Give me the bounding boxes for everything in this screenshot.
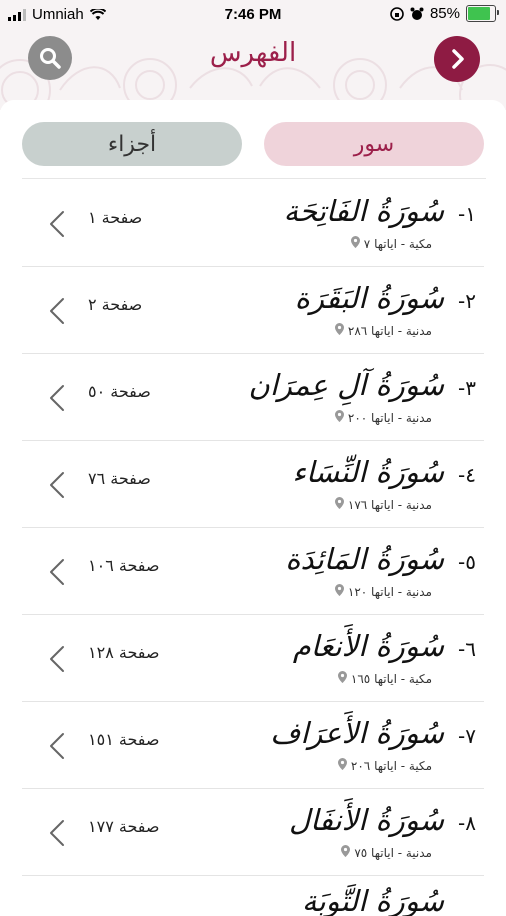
next-button[interactable]	[434, 36, 480, 82]
location-pin-icon	[337, 758, 347, 773]
page-label: صفحة ١٧٧	[88, 817, 160, 836]
surah-name: سُورَةُ الأَعرَاف	[270, 716, 444, 750]
location-pin-icon	[334, 323, 344, 338]
meta-text: مدنية - اياتها ١٢٠	[347, 584, 432, 599]
page-label: صفحة ١٥١	[88, 730, 160, 749]
surah-number: ٣-	[458, 376, 476, 400]
surah-meta: مدنية - اياتها ٢٠٠	[334, 410, 432, 425]
location-pin-icon	[341, 845, 351, 860]
surah-name: سُورَةُ التَّوبَة	[302, 884, 444, 916]
surah-number: ٢-	[458, 289, 476, 313]
surah-number: ٥-	[458, 550, 476, 574]
surah-name: سُورَةُ النِّسَاء	[292, 455, 444, 489]
list-item[interactable]: صفحة ٥٠ سُورَةُ آلِ عِمرَان ٣- مدنية - ايات…	[22, 354, 484, 441]
surah-number: ٨-	[458, 811, 476, 835]
list-item[interactable]: صفحة ١٢٨ سُورَةُ الأَنعَام ٦- مكية - اياتها…	[22, 615, 484, 702]
surah-meta: مكية - اياتها ٢٠٦	[337, 758, 432, 773]
alarm-icon	[410, 7, 424, 20]
surah-meta: مكية - اياتها ١٦٥	[337, 671, 432, 686]
divider	[22, 178, 486, 179]
surah-number: ٦-	[458, 637, 476, 661]
location-pin-icon	[350, 236, 360, 251]
surah-number: ١-	[458, 202, 476, 226]
location-pin-icon	[337, 671, 347, 686]
surah-name: سُورَةُ الأَنعَام	[292, 629, 444, 663]
list-item[interactable]: صفحة ٧٦ سُورَةُ النِّسَاء ٤- مدنية - اياتها…	[22, 441, 484, 528]
list-item[interactable]: صفحة ١٠٦ سُورَةُ المَائِدَة ٥- مدنية - ايات…	[22, 528, 484, 615]
tab-suwar[interactable]: سور	[264, 122, 484, 166]
surah-name: سُورَةُ الأَنفَال	[289, 803, 444, 837]
page-label: صفحة ١	[88, 208, 143, 227]
location-pin-icon	[334, 410, 344, 425]
surah-name: سُورَةُ المَائِدَة	[285, 542, 444, 576]
surah-meta: مدنية - اياتها ١٧٦	[334, 497, 432, 512]
meta-text: مدنية - اياتها ٧٥	[354, 845, 432, 860]
surah-name: سُورَةُ الفَاتِحَة	[283, 194, 444, 228]
chevron-right-icon	[452, 49, 464, 69]
index-card: أجزاء سور صفحة ١ سُورَةُ الفَاتِحَة ١- مكية…	[0, 100, 506, 916]
list-item[interactable]: صفحة ١ سُورَةُ الفَاتِحَة ١- مكية - اياتها …	[22, 180, 484, 267]
location-pin-icon	[334, 584, 344, 599]
meta-text: مدنية - اياتها ٢٠٠	[347, 410, 432, 425]
status-bar: Umniah 7:46 PM 85%	[0, 0, 506, 30]
list-item[interactable]: صفحة ٢ سُورَةُ البَقَرَة ٢- مدنية - اياتها …	[22, 267, 484, 354]
tab-ajza[interactable]: أجزاء	[22, 122, 242, 166]
surah-meta: مدنية - اياتها ٧٥	[341, 845, 432, 860]
page-label: صفحة ٧٦	[88, 469, 151, 488]
battery-percent: 85%	[429, 5, 460, 22]
chevron-left-icon	[46, 732, 68, 764]
surah-number: ٤-	[458, 463, 476, 487]
tab-switcher: أجزاء سور	[22, 122, 486, 166]
page-label: صفحة ٢	[88, 295, 143, 314]
page-label: صفحة ١٠٦	[88, 556, 160, 575]
surah-meta: مدنية - اياتها ١٢٠	[334, 584, 432, 599]
surah-list: صفحة ١ سُورَةُ الفَاتِحَة ١- مكية - اياتها …	[0, 180, 506, 916]
chevron-left-icon	[46, 471, 68, 503]
page-label: صفحة ١٢٨	[88, 643, 160, 662]
chevron-left-icon	[46, 645, 68, 677]
list-item[interactable]: صفحة ١٥١ سُورَةُ الأَعرَاف ٧- مكية - اياتها…	[22, 702, 484, 789]
surah-meta: مكية - اياتها ٧	[350, 236, 432, 251]
meta-text: مدنية - اياتها ٢٨٦	[347, 323, 432, 338]
meta-text: مكية - اياتها ١٦٥	[350, 671, 432, 686]
page-title: الفهرس	[209, 38, 297, 68]
chevron-left-icon	[46, 297, 68, 329]
chevron-left-icon	[46, 210, 68, 242]
list-item[interactable]: صفحة ١٧٧ سُورَةُ الأَنفَال ٨- مدنية - اياته…	[22, 789, 484, 876]
meta-text: مكية - اياتها ٧	[363, 236, 432, 251]
chevron-left-icon	[46, 384, 68, 416]
meta-text: مكية - اياتها ٢٠٦	[350, 758, 432, 773]
page-label: صفحة ٥٠	[88, 382, 151, 401]
battery-icon	[466, 5, 499, 22]
location-pin-icon	[334, 497, 344, 512]
chevron-left-icon	[46, 819, 68, 851]
list-item[interactable]: سُورَةُ التَّوبَة	[22, 876, 484, 916]
surah-name: سُورَةُ آلِ عِمرَان	[248, 368, 444, 402]
surah-meta: مدنية - اياتها ٢٨٦	[334, 323, 432, 338]
chevron-left-icon	[46, 558, 68, 590]
surah-name: سُورَةُ البَقَرَة	[294, 281, 444, 315]
lock-rotation-icon	[390, 6, 404, 21]
meta-text: مدنية - اياتها ١٧٦	[347, 497, 432, 512]
surah-number: ٧-	[458, 724, 476, 748]
